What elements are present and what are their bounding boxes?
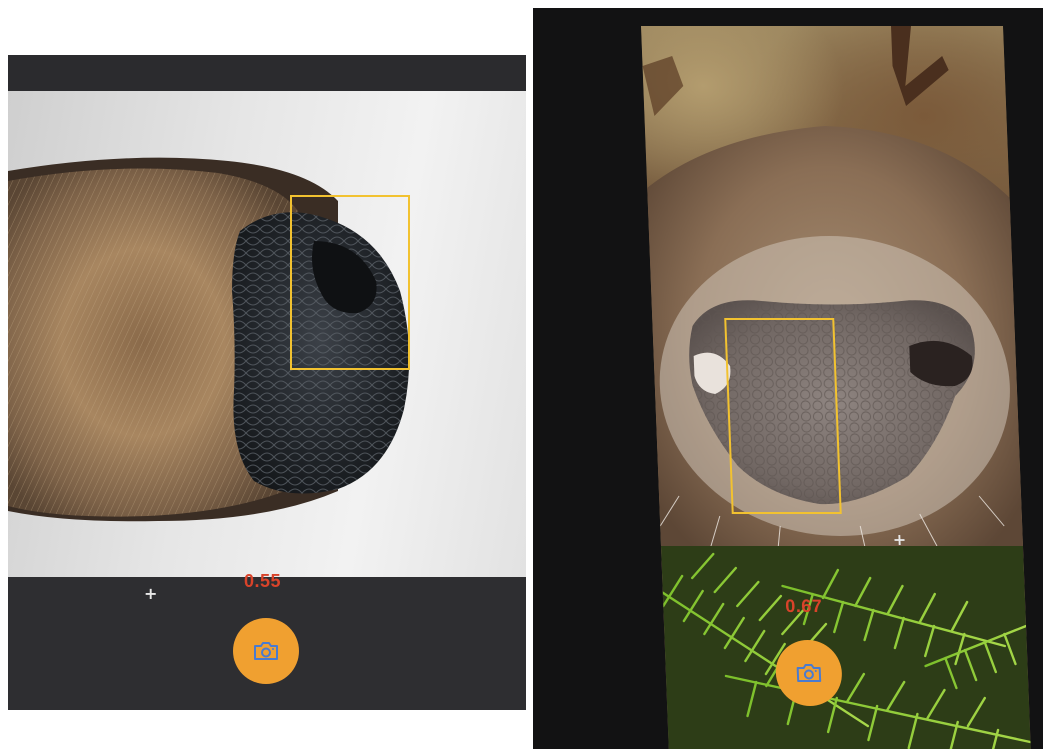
right-phone-photo: + 0.67 <box>533 8 1043 749</box>
right-detection-box <box>724 318 842 514</box>
left-detection-box <box>290 195 410 370</box>
right-crosshair: + <box>892 530 907 549</box>
left-camera-screen: + 0.55 <box>8 55 526 710</box>
left-camera-preview <box>8 91 526 577</box>
left-crosshair: + <box>144 584 158 603</box>
right-camera-screen: + 0.67 <box>641 26 1033 749</box>
left-similarity-score: 0.55 <box>244 571 282 591</box>
left-muzzle-photo <box>8 157 410 522</box>
screenshot-composite: + 0.55 + 0.67 <box>0 0 1043 749</box>
right-similarity-score: 0.67 <box>784 596 823 616</box>
camera-icon <box>254 642 278 660</box>
fir-branches <box>651 546 1033 749</box>
camera-icon <box>796 664 822 682</box>
left-status-bar <box>8 55 526 91</box>
left-capture-button[interactable] <box>233 618 299 684</box>
